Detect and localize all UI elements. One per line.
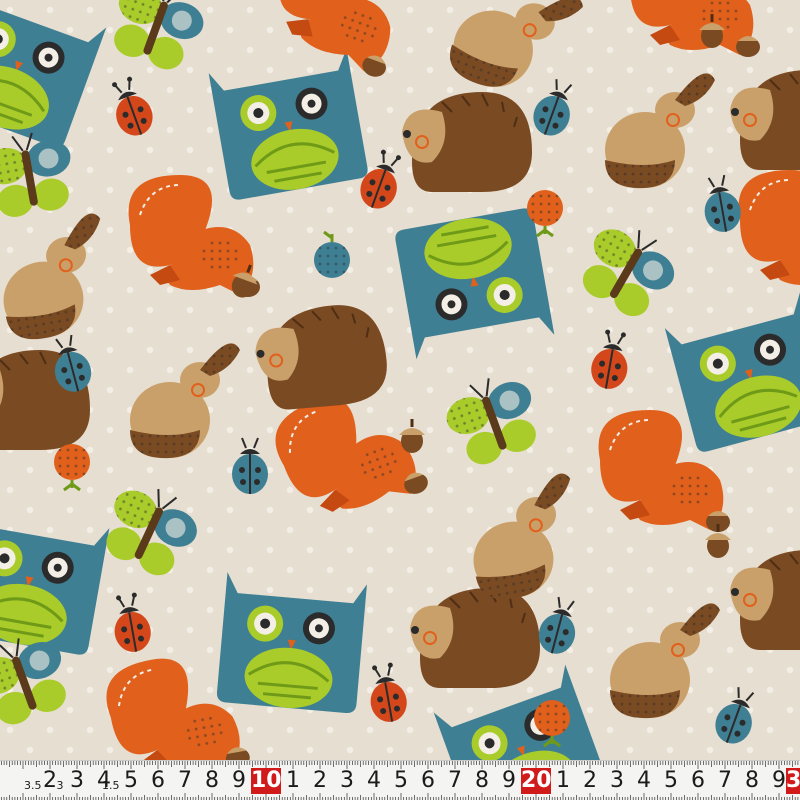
- ruler-label: 10: [251, 768, 282, 794]
- ruler-label: 4: [637, 768, 651, 793]
- ruler-label: 8: [205, 768, 219, 793]
- measuring-tape: 3.5 3 1.5 2 3 4 5 6 7 8 9 10 1 2 3 4 5 6 7 8 9 20 1 2 3 4 5 6 7 8 9 3: [0, 760, 800, 800]
- ruler-label: 6: [691, 768, 705, 793]
- fabric-pattern: [0, 0, 800, 760]
- ruler-label: 20: [521, 768, 552, 794]
- ruler-label: 7: [718, 768, 732, 793]
- ruler-label: 8: [475, 768, 489, 793]
- ruler-label: 6: [151, 768, 165, 793]
- ruler-label: 9: [502, 768, 516, 793]
- ruler-label: 7: [178, 768, 192, 793]
- ruler-label: 9: [232, 768, 246, 793]
- ruler-label: 5: [664, 768, 678, 793]
- ruler-label: 3: [610, 768, 624, 793]
- ruler-label: 5: [124, 768, 138, 793]
- ruler-label: 8: [745, 768, 759, 793]
- ruler-label: 3: [340, 768, 354, 793]
- ruler-label: 2: [313, 768, 327, 793]
- ruler-label: 5: [394, 768, 408, 793]
- ruler-label: 1: [556, 768, 570, 793]
- ruler-label: 1: [286, 768, 300, 793]
- fabric-photo: 3.5 3 1.5 2 3 4 5 6 7 8 9 10 1 2 3 4 5 6 7 8 9 20 1 2 3 4 5 6 7 8 9 3: [0, 0, 800, 800]
- ruler-small-label: 3.5: [24, 779, 42, 792]
- ruler-label: 3: [786, 768, 800, 794]
- ruler-label: 4: [367, 768, 381, 793]
- ruler-label: 6: [421, 768, 435, 793]
- ruler-label: 2: [43, 768, 57, 793]
- ruler-label: 3: [70, 768, 84, 793]
- ruler-label: 2: [583, 768, 597, 793]
- ruler-label: 4: [97, 768, 111, 793]
- ruler-label: 7: [448, 768, 462, 793]
